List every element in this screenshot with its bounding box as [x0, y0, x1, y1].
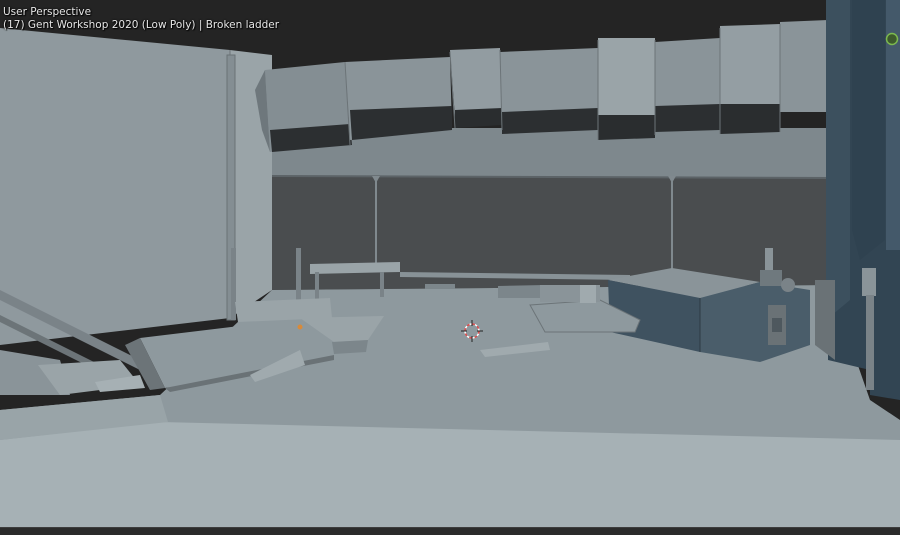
3d-cursor-icon[interactable] [461, 320, 483, 342]
right-column [815, 0, 900, 400]
navigation-gizmo-icon[interactable] [885, 32, 899, 46]
floor-near [0, 422, 900, 535]
active-object-label: (17) Gent Workshop 2020 (Low Poly) | Bro… [3, 19, 280, 31]
scene-render[interactable] [0, 0, 900, 535]
3d-viewport[interactable]: User Perspective (17) Gent Workshop 2020… [0, 0, 900, 535]
left-wall [0, 28, 230, 345]
viewport-bottom-edge [0, 527, 900, 535]
view-mode-label: User Perspective [3, 6, 92, 18]
